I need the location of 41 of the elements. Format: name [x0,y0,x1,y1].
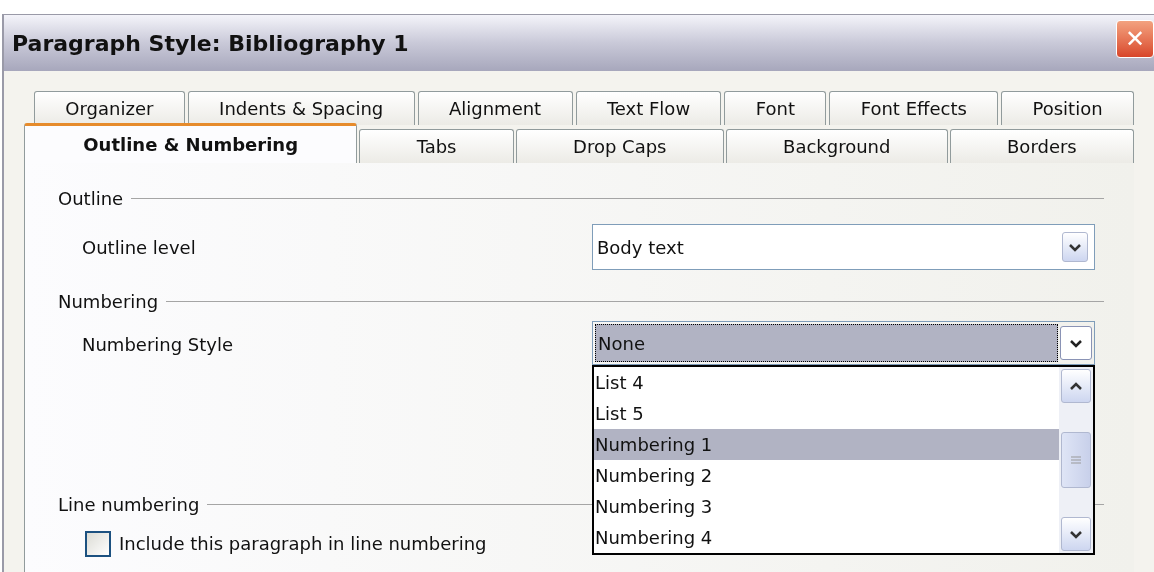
scroll-down-button[interactable] [1061,517,1091,551]
list-option[interactable]: Numbering 3 [594,491,1059,522]
section-heading: Numbering [58,290,159,314]
dropdown-button[interactable] [1062,232,1088,262]
list-option[interactable]: Numbering 1 [594,429,1059,460]
tab[interactable]: Background [725,129,948,163]
scrollbar[interactable] [1059,367,1093,553]
tab[interactable]: Indents & Spacing [187,91,415,125]
chevron-down-icon [1068,242,1082,252]
dropdown[interactable]: Body text [592,224,1095,270]
dropdown[interactable]: None [592,321,1095,365]
grip-icon [1071,455,1081,465]
list-option[interactable]: Numbering 2 [594,460,1059,491]
field-label: Numbering Style [82,333,235,357]
tab[interactable]: Organizer [34,91,185,125]
dropdown-button[interactable] [1060,326,1092,360]
field-label: Outline level [82,235,197,260]
window-title: Paragraph Style: Bibliography 1 [12,29,409,58]
tab[interactable]: Alignment [417,91,573,125]
tab[interactable]: Font Effects [829,91,999,125]
checkbox[interactable] [85,530,111,557]
list-option[interactable]: Numbering 4 [594,522,1059,553]
tab[interactable]: Drop Caps [515,129,724,163]
section-heading: Outline [58,187,124,211]
dropdown-value: Body text [597,235,684,260]
checkbox-label[interactable]: Include this paragraph in line numbering [119,530,487,557]
chevron-down-icon [1069,529,1083,539]
tab[interactable]: Position [1001,91,1134,125]
tab[interactable]: Font [724,91,827,125]
list-option[interactable]: List 4 [594,367,1059,398]
scroll-thumb[interactable] [1061,432,1091,488]
tab[interactable]: Borders [949,129,1135,163]
tab[interactable]: Tabs [359,129,514,163]
tab[interactable]: Outline & Numbering [24,123,358,163]
tab[interactable]: Text Flow [575,91,722,125]
chevron-up-icon [1069,381,1083,391]
scroll-up-button[interactable] [1061,369,1091,403]
list-option[interactable]: List 5 [594,398,1059,429]
dropdown-value: None [595,324,1058,362]
chevron-down-icon [1069,338,1083,348]
section-heading: Line numbering [58,493,200,517]
